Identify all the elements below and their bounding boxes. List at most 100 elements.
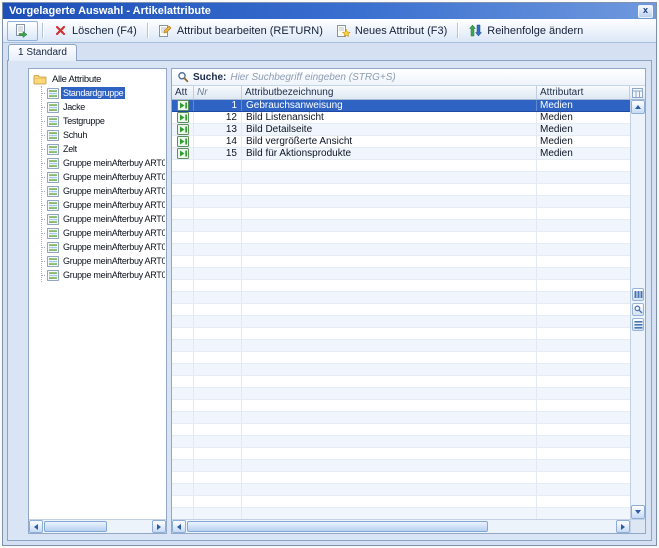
grid-horizontal-scroll-track[interactable] bbox=[186, 520, 616, 533]
column-header-name[interactable]: Attributbezeichnung bbox=[242, 86, 537, 99]
tree-scroll-left-button[interactable] bbox=[29, 520, 43, 533]
arrow-left-icon bbox=[177, 524, 181, 530]
tree-item[interactable]: Schuh bbox=[42, 128, 165, 142]
new-attribute-button[interactable]: Neues Attribut (F3) bbox=[330, 21, 453, 41]
row-number-cell: 13 bbox=[194, 124, 242, 135]
tree-horizontal-scrollbar[interactable] bbox=[29, 519, 166, 533]
tree-connector bbox=[42, 261, 45, 262]
search-icon bbox=[634, 305, 643, 314]
attribute-group-icon bbox=[47, 130, 59, 141]
media-type-icon bbox=[177, 100, 189, 111]
export-button[interactable] bbox=[7, 21, 38, 41]
column-header-att[interactable]: Att bbox=[172, 86, 194, 99]
grid-scroll-thumb[interactable] bbox=[187, 521, 488, 532]
empty-row bbox=[172, 376, 630, 388]
media-type-icon bbox=[177, 124, 189, 135]
window-title: Vorgelagerte Auswahl - Artikelattribute bbox=[9, 5, 211, 17]
tab-standard[interactable]: 1 Standard bbox=[8, 44, 77, 61]
tree-item[interactable]: Gruppe meinAfterbuy ART00082 bbox=[42, 268, 165, 282]
empty-row bbox=[172, 460, 630, 472]
toolbar-separator bbox=[147, 23, 148, 38]
tree-item[interactable]: Gruppe meinAfterbuy ART00073 bbox=[42, 156, 165, 170]
empty-row bbox=[172, 184, 630, 196]
new-attribute-icon bbox=[336, 24, 351, 38]
scrollbar-menu-button[interactable] bbox=[632, 318, 644, 331]
search-input[interactable] bbox=[230, 72, 640, 83]
empty-row bbox=[172, 484, 630, 496]
row-name-cell: Gebrauchsanweisung bbox=[242, 100, 537, 111]
delete-button[interactable]: Löschen (F4) bbox=[47, 21, 143, 41]
tree-item-label: Gruppe meinAfterbuy ART00075 bbox=[61, 185, 165, 197]
tree-scroll-track[interactable] bbox=[43, 520, 152, 533]
tree-item-label: Standardgruppe bbox=[61, 87, 125, 99]
grid-scroll-left-button[interactable] bbox=[172, 520, 186, 533]
tree-item[interactable]: Testgruppe bbox=[42, 114, 165, 128]
row-name-cell: Bild für Aktionsprodukte bbox=[242, 148, 537, 159]
attributes-grid-panel: Suche: Att Nr Attributbezeichnung Attrib… bbox=[171, 68, 646, 534]
tab-page: Alle Attribute Standardgruppe Jacke Test… bbox=[7, 60, 652, 541]
column-header-type[interactable]: Attributart bbox=[537, 86, 630, 99]
export-icon bbox=[13, 24, 28, 38]
tree-item[interactable]: Gruppe meinAfterbuy ART00075 bbox=[42, 184, 165, 198]
tree-item[interactable]: Gruppe meinAfterbuy ART00081 bbox=[42, 254, 165, 268]
attribute-group-icon bbox=[47, 270, 59, 281]
toolbar: Löschen (F4) Attribut bearbeiten (RETURN… bbox=[3, 19, 656, 43]
empty-row bbox=[172, 172, 630, 184]
grid-vertical-scroll-track[interactable] bbox=[631, 114, 645, 505]
empty-row bbox=[172, 292, 630, 304]
row-name-cell: Bild vergrößerte Ansicht bbox=[242, 136, 537, 147]
tree-connector bbox=[42, 233, 45, 234]
row-type-cell: Medien bbox=[537, 112, 630, 123]
table-row[interactable]: 15 Bild für Aktionsprodukte Medien bbox=[172, 148, 630, 160]
tree-root[interactable]: Alle Attribute bbox=[33, 72, 165, 86]
tree-item-label: Gruppe meinAfterbuy ART00076 bbox=[61, 199, 165, 211]
table-row[interactable]: 14 Bild vergrößerte Ansicht Medien bbox=[172, 136, 630, 148]
grid-vertical-scrollbar[interactable] bbox=[630, 100, 645, 519]
row-icon-cell bbox=[172, 124, 194, 135]
column-chooser-button[interactable] bbox=[630, 86, 645, 99]
media-type-icon bbox=[177, 112, 189, 123]
row-type-cell: Medien bbox=[537, 100, 630, 111]
media-type-icon bbox=[177, 148, 189, 159]
toolbar-separator bbox=[42, 23, 43, 38]
grid-scroll-down-button[interactable] bbox=[631, 505, 645, 519]
tree-item[interactable]: Gruppe meinAfterbuy ART00078 bbox=[42, 212, 165, 226]
tree-item-label: Gruppe meinAfterbuy ART00078 bbox=[61, 213, 165, 225]
attribute-group-icon bbox=[47, 172, 59, 183]
menu-icon bbox=[634, 320, 643, 329]
tree-item[interactable]: Gruppe meinAfterbuy ART00079 bbox=[42, 226, 165, 240]
tree-connector bbox=[42, 191, 45, 192]
tree-item[interactable]: Jacke bbox=[42, 100, 165, 114]
edit-attribute-button[interactable]: Attribut bearbeiten (RETURN) bbox=[152, 21, 329, 41]
empty-row bbox=[172, 220, 630, 232]
scrollbar-columns-button[interactable] bbox=[632, 288, 644, 301]
reorder-button[interactable]: Reihenfolge ändern bbox=[462, 21, 589, 41]
grid-horizontal-scrollbar[interactable] bbox=[172, 520, 630, 533]
table-row[interactable]: 12 Bild Listenansicht Medien bbox=[172, 112, 630, 124]
tree-item[interactable]: Standardgruppe bbox=[42, 86, 165, 100]
search-icon bbox=[177, 71, 189, 83]
column-chooser-icon bbox=[632, 88, 643, 98]
grid-scroll-right-button[interactable] bbox=[616, 520, 630, 533]
tree-connector bbox=[42, 219, 45, 220]
tree-connector bbox=[42, 163, 45, 164]
tree-item[interactable]: Zelt bbox=[42, 142, 165, 156]
empty-row bbox=[172, 280, 630, 292]
column-header-nr[interactable]: Nr bbox=[194, 86, 242, 99]
table-row[interactable]: 1 Gebrauchsanweisung Medien bbox=[172, 100, 630, 112]
row-name-cell: Bild Listenansicht bbox=[242, 112, 537, 123]
empty-row bbox=[172, 160, 630, 172]
close-button[interactable]: x bbox=[638, 5, 653, 18]
tree-item-label: Schuh bbox=[61, 129, 89, 141]
tree-scroll-thumb[interactable] bbox=[44, 521, 107, 532]
tree-item[interactable]: Gruppe meinAfterbuy ART00074 bbox=[42, 170, 165, 184]
grid-scroll-up-button[interactable] bbox=[631, 100, 645, 114]
table-row[interactable]: 13 Bild Detailseite Medien bbox=[172, 124, 630, 136]
attribute-group-icon bbox=[47, 88, 59, 99]
tree-item[interactable]: Gruppe meinAfterbuy ART00080 bbox=[42, 240, 165, 254]
tree-scroll-right-button[interactable] bbox=[152, 520, 166, 533]
title-bar[interactable]: Vorgelagerte Auswahl - Artikelattribute … bbox=[3, 3, 656, 19]
scrollbar-search-button[interactable] bbox=[632, 303, 644, 316]
tree-item[interactable]: Gruppe meinAfterbuy ART00076 bbox=[42, 198, 165, 212]
app-window: Vorgelagerte Auswahl - Artikelattribute … bbox=[2, 2, 657, 546]
